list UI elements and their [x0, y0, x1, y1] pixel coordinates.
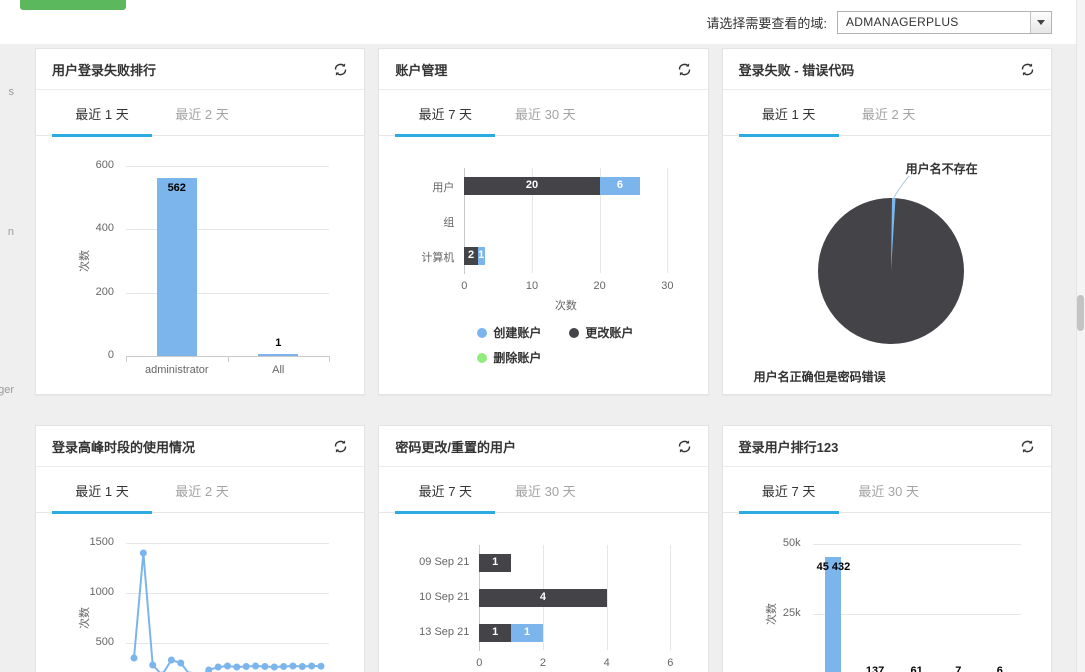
card-title: 登录高峰时段的使用情况	[52, 440, 196, 455]
card-header: 登录用户排行123	[722, 426, 1051, 467]
tab-last-30-days[interactable]: 最近 30 天	[495, 467, 595, 512]
domain-select-value: ADMANAGERPLUS	[846, 15, 959, 29]
background-text-fragment: s	[8, 86, 15, 98]
chart-login-failure-bar: 次数 0 200 400 600 562 administrator 1 All	[36, 146, 364, 388]
card-header: 登录高峰时段的使用情况	[36, 426, 365, 467]
refresh-icon[interactable]	[1020, 62, 1035, 77]
top-bar: 请选择需要查看的域: ADMANAGERPLUS	[0, 0, 1085, 44]
refresh-icon[interactable]	[677, 62, 692, 77]
refresh-icon[interactable]	[1020, 439, 1035, 454]
legend-item[interactable]: 创建账户	[477, 324, 541, 341]
card-header: 密码更改/重置的用户	[379, 426, 708, 467]
card-tabs: 最近 1 天 最近 2 天	[36, 467, 365, 514]
chart-peak-usage-line: 次数 500 1000 1500	[36, 523, 364, 672]
tab-last-2-days[interactable]: 最近 2 天	[839, 90, 939, 135]
card-tabs: 最近 1 天 最近 2 天	[36, 90, 365, 137]
legend-label: 创建账户	[493, 326, 542, 340]
background-text-fragment: n	[7, 226, 14, 238]
scrollbar-thumb[interactable]	[1077, 295, 1084, 331]
chart-account-management-stacked-bar: 0 10 20 30 次数 用户 20 6 组计算机 2 1	[379, 146, 707, 312]
legend-marker-icon	[477, 352, 488, 363]
tab-last-7-days[interactable]: 最近 7 天	[395, 90, 496, 137]
legend-item[interactable]: 删除账户	[477, 349, 541, 366]
tab-last-30-days[interactable]: 最近 30 天	[495, 90, 595, 135]
card-login-user-ranking: 登录用户排行123 最近 7 天 最近 30 天 次数 25k 50k 45 432 1…	[721, 425, 1052, 672]
chart-login-user-bar: 次数 25k 50k 45 432 137 61 7 6	[723, 523, 1051, 672]
tab-last-30-days[interactable]: 最近 30 天	[839, 467, 939, 512]
legend-marker-icon	[477, 327, 488, 338]
legend-label: 删除账户	[493, 351, 542, 365]
refresh-icon[interactable]	[677, 439, 692, 454]
domain-select-label: 请选择需要查看的域:	[706, 15, 827, 31]
card-login-peak-usage: 登录高峰时段的使用情况 最近 1 天 最近 2 天 次数 500 1000 1500	[35, 425, 366, 672]
card-title: 用户登录失败排行	[52, 63, 157, 78]
chevron-down-icon[interactable]	[1030, 11, 1051, 33]
tab-last-1-day[interactable]: 最近 1 天	[52, 467, 152, 514]
legend-label: 更改账户	[585, 326, 634, 340]
card-password-changed-users: 密码更改/重置的用户 最近 7 天 最近 30 天 0 2 4 6 09 Sep 21 1…	[378, 425, 709, 672]
domain-select[interactable]: ADMANAGERPLUS	[837, 10, 1052, 34]
legend-marker-icon	[569, 327, 580, 338]
refresh-icon[interactable]	[333, 439, 348, 454]
card-tabs: 最近 7 天 最近 30 天	[379, 467, 708, 514]
card-header: 登录失败 - 错误代码	[722, 49, 1051, 90]
card-account-management: 账户管理 最近 7 天 最近 30 天 0 10 20 30 次数 用户 20 6 组计算机 2 1…	[378, 48, 709, 395]
dashboard-grid: 用户登录失败排行 最近 1 天 最近 2 天 次数 0 200 400 600 562 ad…	[0, 44, 1085, 672]
legend-item[interactable]: 更改账户	[569, 324, 633, 341]
tab-last-2-days[interactable]: 最近 2 天	[152, 467, 252, 512]
card-title: 账户管理	[395, 63, 448, 78]
chart-error-code-pie: 用户名不存在 用户名正确但是密码错误	[753, 162, 978, 384]
card-tabs: 最近 1 天 最近 2 天	[722, 90, 1051, 137]
card-login-failure-ranking: 用户登录失败排行 最近 1 天 最近 2 天 次数 0 200 400 600 562 ad…	[35, 48, 366, 395]
top-left-green-button[interactable]	[20, 0, 126, 10]
chart-password-reset-stacked-bar: 0 2 4 6 09 Sep 21 1 10 Sep 21 4 13 Sep 21 1 1	[379, 523, 707, 672]
card-title: 密码更改/重置的用户	[395, 440, 516, 455]
tab-last-2-days[interactable]: 最近 2 天	[152, 90, 252, 135]
card-header: 账户管理	[379, 49, 708, 90]
chart-legend: 创建账户 更改账户删除账户	[477, 324, 707, 366]
tab-last-7-days[interactable]: 最近 7 天	[395, 467, 496, 514]
tab-last-7-days[interactable]: 最近 7 天	[738, 467, 839, 514]
background-text-fragment: ger	[0, 384, 14, 396]
scrollbar[interactable]	[1076, 0, 1085, 672]
card-title: 登录用户排行123	[738, 440, 839, 455]
card-login-failure-error-codes: 登录失败 - 错误代码 最近 1 天 最近 2 天 用户名不存在 用户名正确但是密…	[721, 48, 1052, 395]
card-tabs: 最近 7 天 最近 30 天	[379, 90, 708, 137]
refresh-icon[interactable]	[333, 62, 348, 77]
card-header: 用户登录失败排行	[36, 49, 365, 90]
tab-last-1-day[interactable]: 最近 1 天	[52, 90, 152, 137]
tab-last-1-day[interactable]: 最近 1 天	[738, 90, 839, 137]
card-title: 登录失败 - 错误代码	[738, 63, 855, 78]
card-tabs: 最近 7 天 最近 30 天	[722, 467, 1051, 514]
